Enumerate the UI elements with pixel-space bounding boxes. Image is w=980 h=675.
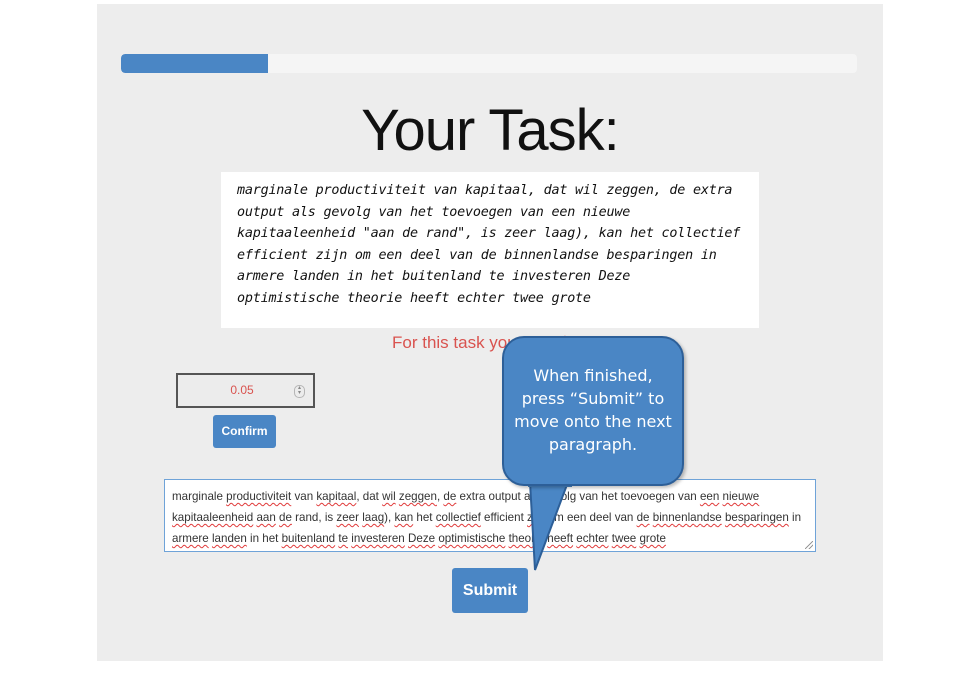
misspelled-word: zeer (336, 511, 359, 524)
misspelled-word: Deze (408, 532, 436, 545)
progress-bar (121, 54, 857, 73)
misspelled-word: aan (256, 511, 276, 524)
task-line: armere landen in het buitenland te inves… (237, 269, 631, 285)
misspelled-word: landen (211, 532, 247, 545)
callout-line: press “Submit” to (521, 389, 665, 408)
amount-stepper[interactable]: 0.05 ▴ ▾ (176, 373, 315, 408)
task-line: marginale productiviteit van kapitaal, d… (237, 183, 733, 198)
task-line: kapitaaleenheid "aan de rand", is zeer l… (237, 226, 741, 242)
answer-text: in het (246, 532, 282, 545)
misspelled-word: investeren (351, 532, 405, 545)
misspelled-word: kapitaaleenheid (172, 511, 254, 524)
misspelled-word: productiviteit (226, 490, 292, 503)
answer-text: het (413, 511, 436, 524)
answer-text: efficient (480, 511, 528, 524)
misspelled-word: optimistische (438, 532, 506, 545)
task-line: output als gevolg van het toevoegen van … (237, 204, 631, 220)
misspelled-word: kapitaal (316, 490, 357, 503)
misspelled-word: laag (362, 511, 385, 524)
submit-button[interactable]: Submit (452, 568, 528, 613)
instruction-callout: When finished, press “Submit” to move on… (502, 336, 684, 486)
misspelled-word: te (338, 532, 349, 545)
resize-grip-icon[interactable] (805, 541, 813, 549)
misspelled-word: de (443, 490, 457, 503)
misspelled-word: de (279, 511, 292, 524)
misspelled-word: armere (172, 532, 209, 545)
callout-line: paragraph. (548, 435, 638, 454)
misspelled-word: collectief (435, 511, 481, 524)
misspelled-word: kan (394, 511, 414, 524)
callout-line: move onto the next (514, 412, 672, 431)
callout-text: When finished, press “Submit” to move on… (504, 364, 682, 456)
answer-text: , dat (356, 490, 383, 503)
misspelled-word: wil (382, 490, 396, 503)
task-paragraph-box: marginale productiviteit van kapitaal, d… (221, 172, 759, 328)
progress-fill (121, 54, 269, 73)
answer-text: marginale (172, 490, 227, 503)
answer-text: van (291, 490, 317, 503)
amount-value: 0.05 (230, 383, 254, 397)
task-paragraph: marginale productiviteit van kapitaal, d… (237, 180, 745, 310)
answer-text: rand, is (291, 511, 337, 524)
misspelled-word: zeggen (398, 490, 437, 503)
misspelled-word: binnenlandse (652, 511, 722, 524)
misspelled-word: besparingen (724, 511, 789, 524)
misspelled-word: buitenland (281, 532, 336, 545)
callout-tail (528, 482, 572, 571)
page-title: Your Task: (361, 98, 620, 163)
answer-text: in (788, 511, 802, 524)
answer-textarea[interactable]: marginale productiviteit van kapitaal, d… (164, 479, 816, 552)
task-line: optimistische theorie heeft echter twee … (237, 290, 591, 306)
misspelled-word: grote (639, 532, 666, 545)
answer-text: ), (384, 511, 395, 524)
misspelled-word: twee (611, 532, 637, 545)
misspelled-word: een (699, 490, 720, 503)
callout-line: When finished, (533, 366, 653, 385)
misspelled-word: nieuwe (722, 490, 760, 503)
misspelled-word: de (636, 511, 650, 524)
spinner-icon[interactable]: ▴ ▾ (294, 385, 305, 398)
confirm-button[interactable]: Confirm (213, 415, 276, 448)
task-line: efficient zijn om een deel van de binnen… (237, 247, 717, 263)
